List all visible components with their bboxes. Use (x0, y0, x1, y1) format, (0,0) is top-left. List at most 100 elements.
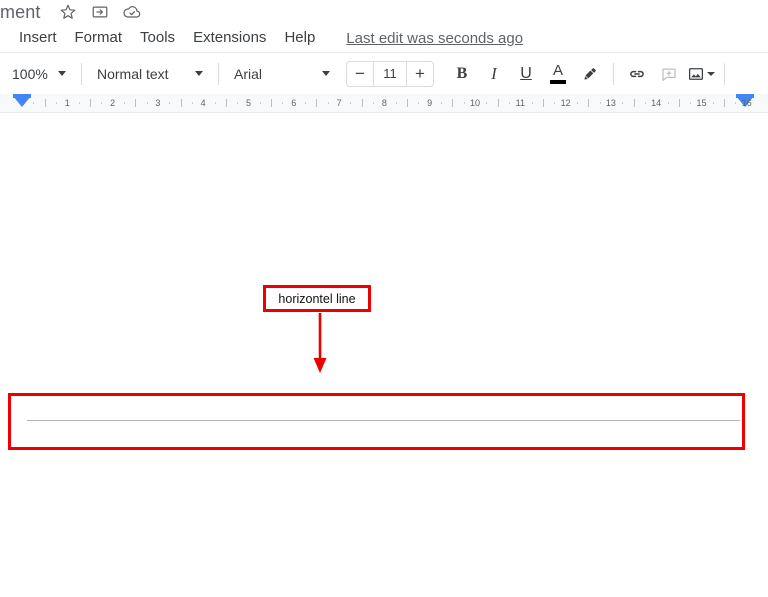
ruler-major-tick (588, 99, 590, 107)
ruler-major-tick (542, 99, 544, 107)
ruler-minor-tick (531, 102, 533, 104)
ruler-tick-label: 11 (515, 98, 525, 108)
toolbar-divider (613, 62, 614, 85)
ruler-major-tick (724, 99, 726, 107)
cloud-saved-icon[interactable] (120, 0, 144, 24)
ruler-minor-tick (33, 102, 35, 104)
ruler-major-tick (361, 99, 363, 107)
ruler-tick-label: 1 (64, 98, 70, 108)
ruler-minor-tick (282, 102, 284, 104)
ruler-tick-label: 2 (110, 98, 116, 108)
annotation-arrow (305, 313, 335, 375)
font-size-increase-button[interactable]: + (407, 62, 433, 86)
star-icon[interactable] (56, 0, 80, 24)
ruler-minor-tick (486, 102, 488, 104)
ruler-tick-label: 9 (427, 98, 433, 108)
bold-button[interactable]: B (447, 59, 477, 89)
ruler-tick-label: 8 (381, 98, 387, 108)
ruler-major-tick (135, 99, 137, 107)
ruler-minor-tick (622, 102, 624, 104)
ruler-minor-tick (667, 102, 669, 104)
ruler-tick-label: 16 (741, 98, 752, 108)
ruler-tick-label: 7 (336, 98, 342, 108)
document-title[interactable]: ment (0, 0, 40, 24)
ruler[interactable]: 1 2 3 4 5 6 7 8 9 10 11 12 13 14 15 16 (0, 94, 768, 113)
ruler-tick-label: 13 (605, 98, 616, 108)
chevron-down-icon (57, 71, 66, 76)
ruler-minor-tick (554, 102, 556, 104)
ruler-minor-tick (123, 102, 125, 104)
annotation-callout-label: horizontel line (263, 285, 371, 312)
text-color-glyph: A (552, 61, 563, 79)
ruler-minor-tick (441, 102, 443, 104)
chevron-down-icon (322, 71, 330, 76)
ruler-minor-tick (712, 102, 714, 104)
highlight-color-button[interactable] (575, 59, 605, 89)
ruler-minor-tick (418, 102, 420, 104)
ruler-minor-tick (395, 102, 397, 104)
ruler-minor-tick (101, 102, 103, 104)
left-indent-marker[interactable] (13, 94, 31, 107)
chevron-down-icon (707, 71, 715, 76)
font-family-value: Arial (234, 65, 263, 82)
ruler-tick-label: 6 (291, 98, 297, 108)
horizontal-line-highlight-box (8, 393, 745, 450)
ruler-minor-tick (327, 102, 329, 104)
ruler-major-tick (316, 99, 318, 107)
insert-link-button[interactable] (622, 59, 652, 89)
ruler-major-tick (271, 99, 273, 107)
toolbar-divider (218, 62, 219, 85)
menu-bar: Insert Format Tools Extensions Help Last… (0, 24, 768, 52)
ruler-minor-tick (599, 102, 601, 104)
ruler-major-tick (180, 99, 182, 107)
ruler-tick-label: 12 (560, 98, 571, 108)
add-comment-button[interactable] (654, 59, 684, 89)
ruler-major-tick (89, 99, 91, 107)
insert-image-button[interactable] (686, 59, 716, 89)
ruler-minor-tick (644, 102, 646, 104)
ruler-minor-tick (735, 102, 737, 104)
ruler-major-tick (678, 99, 680, 107)
last-edit-status[interactable]: Last edit was seconds ago (346, 30, 523, 47)
ruler-minor-tick (237, 102, 239, 104)
menu-item-insert[interactable]: Insert (10, 26, 66, 50)
ruler-minor-tick (191, 102, 193, 104)
text-color-button[interactable]: A (543, 59, 573, 89)
font-size-stepper[interactable]: − 11 + (346, 60, 434, 87)
chevron-down-icon (195, 71, 203, 76)
ruler-minor-tick (169, 102, 171, 104)
ruler-tick-label: 4 (200, 98, 206, 108)
ruler-minor-tick (55, 102, 57, 104)
move-to-folder-icon[interactable] (88, 0, 112, 24)
ruler-major-tick (497, 99, 499, 107)
toolbar-divider (81, 62, 82, 85)
ruler-major-tick (407, 99, 409, 107)
menu-item-tools[interactable]: Tools (131, 26, 184, 50)
text-color-swatch (550, 79, 566, 84)
ruler-minor-tick (78, 102, 80, 104)
ruler-major-tick (633, 99, 635, 107)
ruler-major-tick (44, 99, 46, 107)
zoom-value: 100% (12, 65, 48, 82)
ruler-major-tick (225, 99, 227, 107)
italic-button[interactable]: I (479, 59, 509, 89)
ruler-minor-tick (463, 102, 465, 104)
annotation-text: horizontel line (278, 291, 356, 306)
zoom-selector[interactable]: 100% (6, 62, 74, 86)
font-size-input[interactable]: 11 (373, 61, 407, 86)
ruler-major-tick (452, 99, 454, 107)
paragraph-style-selector[interactable]: Normal text (89, 62, 211, 86)
menu-item-extensions[interactable]: Extensions (184, 26, 275, 50)
menu-item-help[interactable]: Help (275, 26, 324, 50)
underline-button[interactable]: U (511, 59, 541, 89)
font-size-decrease-button[interactable]: − (347, 62, 373, 86)
document-canvas[interactable]: horizontel line (0, 127, 768, 589)
ruler-tick-label: 14 (651, 98, 662, 108)
document-horizontal-line (27, 420, 740, 421)
menu-item-format[interactable]: Format (66, 26, 132, 50)
font-family-selector[interactable]: Arial (226, 62, 338, 86)
ruler-minor-tick (259, 102, 261, 104)
ruler-tick-label: 15 (696, 98, 707, 108)
ruler-minor-tick (508, 102, 510, 104)
title-bar: ment (0, 0, 768, 24)
